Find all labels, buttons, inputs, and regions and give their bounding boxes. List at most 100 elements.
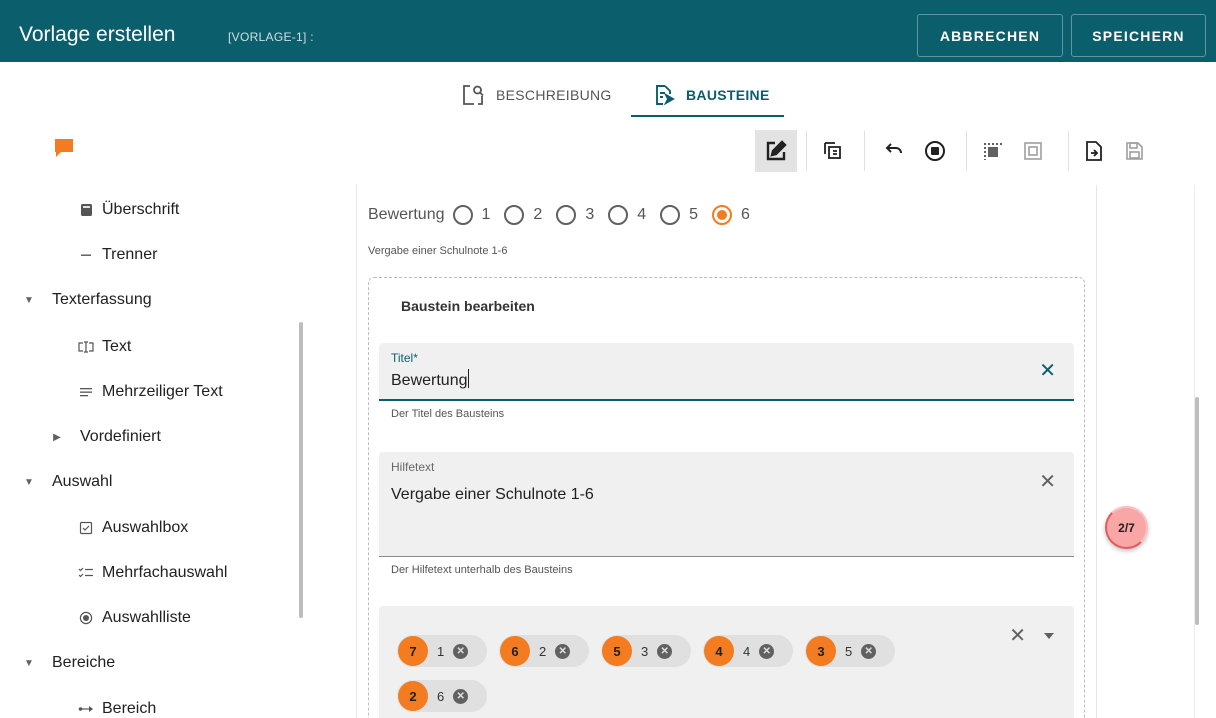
sidebar-item-label: Bereiche: [52, 654, 116, 671]
chevron-down-icon: ▼: [24, 657, 34, 669]
option-chip[interactable]: 5 3 ✕: [601, 635, 691, 667]
chip-remove-icon[interactable]: ✕: [453, 688, 469, 704]
sidebar-item-label: Auswahlbox: [102, 519, 189, 536]
panel-divider: [356, 185, 357, 718]
undo-button[interactable]: [872, 130, 914, 172]
block-counter-badge[interactable]: 2/7: [1105, 506, 1148, 549]
title-input-value: Bewertung: [391, 372, 468, 389]
copy-button[interactable]: [811, 130, 853, 172]
title-field-hint: Der Titel des Bausteins: [391, 408, 505, 420]
help-text-field[interactable]: Hilfetext Vergabe einer Schulnote 1-6 ✕: [379, 452, 1074, 557]
sidebar-item-label: Mehrfachauswahl: [102, 564, 228, 581]
option-chip[interactable]: 2 6 ✕: [397, 680, 487, 712]
option-chip[interactable]: 7 1 ✕: [397, 635, 487, 667]
rating-radio-2[interactable]: [504, 205, 525, 225]
select-block-button[interactable]: [1012, 130, 1054, 172]
select-all-icon: [984, 143, 1002, 160]
rating-help-text: Vergabe einer Schulnote 1-6: [368, 245, 508, 257]
template-id: [VORLAGE-1] :: [228, 30, 314, 44]
chip-remove-icon[interactable]: ✕: [555, 643, 571, 659]
chip-badge: 6: [500, 636, 530, 666]
sidebar-group-bereiche[interactable]: ▼ Bereiche: [24, 654, 115, 672]
sidebar-item-label: Mehrzeiliger Text: [102, 383, 223, 400]
sidebar-group-texterfassung[interactable]: ▼ Texterfassung: [24, 291, 152, 309]
title-input[interactable]: Bewertung: [391, 369, 469, 390]
clear-title-icon[interactable]: ✕: [1039, 358, 1056, 383]
undo-icon: [885, 143, 902, 154]
sidebar-item-bereich[interactable]: Bereich: [76, 700, 156, 718]
chevron-down-icon: ▼: [24, 294, 34, 306]
panel-divider: [1096, 185, 1097, 718]
help-field-label: Hilfetext: [391, 460, 435, 474]
option-chip[interactable]: 4 4 ✕: [703, 635, 793, 667]
help-text-input[interactable]: Vergabe einer Schulnote 1-6: [391, 486, 594, 504]
dropdown-arrow-icon[interactable]: [1044, 633, 1054, 639]
chip-label: 3: [641, 643, 649, 659]
title-field-label: Titel*: [391, 351, 418, 365]
sidebar-item-label: Auswahlliste: [102, 609, 191, 626]
sidebar-item-label: Trenner: [102, 246, 158, 263]
option-chip[interactable]: 6 2 ✕: [499, 635, 589, 667]
sidebar-item-mehrzeiliger-text[interactable]: Mehrzeiliger Text: [76, 383, 223, 401]
chip-remove-icon[interactable]: ✕: [657, 643, 673, 659]
chevron-right-icon: ▶: [53, 431, 61, 443]
rating-option-label: 4: [637, 206, 647, 223]
sidebar-item-ueberschrift[interactable]: Überschrift: [76, 201, 179, 219]
rating-radio-3[interactable]: [556, 205, 577, 225]
comment-icon[interactable]: [53, 137, 75, 159]
sidebar-group-auswahl[interactable]: ▼ Auswahl: [24, 473, 112, 491]
sidebar-item-auswahlliste[interactable]: Auswahlliste: [76, 609, 191, 627]
rating-option-label: 2: [533, 206, 543, 223]
chip-remove-icon[interactable]: ✕: [759, 643, 775, 659]
heading-icon: [76, 203, 96, 217]
sidebar-scrollbar[interactable]: [299, 322, 303, 618]
save-button[interactable]: SPEICHERN: [1071, 14, 1206, 57]
import-icon: [1086, 141, 1102, 161]
radio-icon: [76, 611, 96, 625]
rating-option-label: 1: [481, 206, 491, 223]
blocks-icon: [656, 85, 675, 106]
sidebar: [0, 185, 306, 718]
main-scrollbar[interactable]: [1195, 397, 1199, 625]
sidebar-item-mehrfachauswahl[interactable]: Mehrfachauswahl: [76, 564, 227, 582]
save-template-button[interactable]: [1113, 130, 1155, 172]
sidebar-item-label: Auswahl: [52, 473, 113, 490]
sidebar-item-text[interactable]: Text: [76, 338, 131, 356]
import-button[interactable]: [1073, 130, 1115, 172]
sidebar-group-vordefiniert[interactable]: ▶ Vordefiniert: [52, 428, 161, 446]
chip-label: 5: [845, 643, 853, 659]
checklist-icon: [76, 566, 96, 580]
option-chip[interactable]: 3 5 ✕: [805, 635, 895, 667]
sidebar-item-label: Texterfassung: [52, 291, 152, 308]
edit-button[interactable]: [755, 130, 797, 172]
sidebar-item-trenner[interactable]: Trenner: [76, 246, 157, 264]
clear-options-icon[interactable]: ✕: [1009, 623, 1026, 648]
cancel-button[interactable]: ABBRECHEN: [917, 14, 1063, 57]
rating-radio-5[interactable]: [660, 205, 681, 225]
save-icon: [1126, 142, 1143, 160]
help-field-hint: Der Hilfetext unterhalb des Bausteins: [391, 564, 573, 576]
rating-radio-group: Bewertung 1 2 3 4 5 6: [368, 203, 764, 227]
chip-label: 6: [437, 688, 445, 704]
rating-label: Bewertung: [368, 206, 445, 223]
description-icon: [463, 85, 484, 105]
edit-icon: [766, 140, 787, 161]
rating-radio-6[interactable]: [712, 205, 733, 225]
app-header: Vorlage erstellen [VORLAGE-1] : ABBRECHE…: [0, 0, 1216, 62]
rating-radio-4[interactable]: [608, 205, 629, 225]
clear-help-icon[interactable]: ✕: [1039, 469, 1056, 494]
tab-label: BAUSTEINE: [686, 87, 770, 103]
title-field[interactable]: Titel* Bewertung ✕: [379, 343, 1074, 401]
sidebar-item-auswahlbox[interactable]: Auswahlbox: [76, 519, 188, 537]
chip-badge: 7: [398, 636, 428, 666]
stop-button[interactable]: [914, 130, 956, 172]
tab-bausteine[interactable]: BAUSTEINE: [631, 73, 784, 117]
page-title: Vorlage erstellen: [19, 23, 176, 46]
chip-remove-icon[interactable]: ✕: [861, 643, 877, 659]
chip-remove-icon[interactable]: ✕: [453, 643, 469, 659]
tab-beschreibung[interactable]: BESCHREIBUNG: [461, 73, 612, 117]
text-caret: [467, 369, 469, 388]
checkbox-icon: [76, 521, 96, 535]
select-all-button[interactable]: [971, 130, 1013, 172]
rating-radio-1[interactable]: [452, 205, 473, 225]
